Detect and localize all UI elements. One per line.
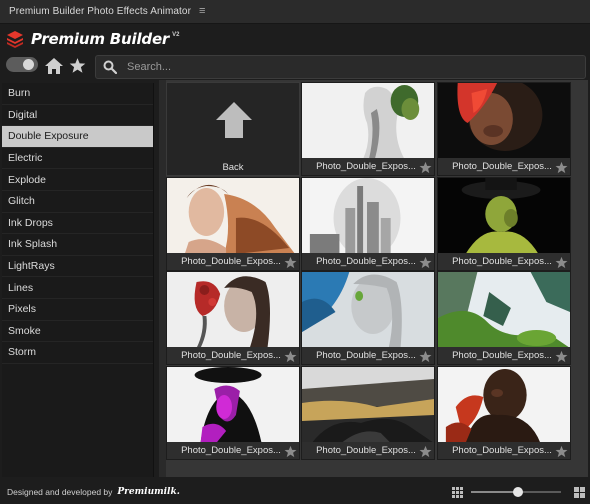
effect-tile[interactable]: Photo_Double_Expos... [301,177,435,271]
thumbnail-image [438,178,570,254]
window-title: Premium Builder Photo Effects Animator [9,6,192,17]
category-item[interactable]: Ink Splash [2,234,153,256]
thumbnail-image [167,178,299,254]
tile-caption: Photo_Double_Expos... [167,253,299,270]
category-item[interactable]: Glitch [2,191,153,213]
tile-caption: Photo_Double_Expos... [438,442,570,459]
favorite-star-icon[interactable] [284,256,297,269]
favorite-star-icon[interactable] [555,161,568,174]
favorite-star-icon[interactable] [555,256,568,269]
layers-logo-icon [7,31,23,48]
home-icon[interactable] [45,58,63,74]
toolbar [0,54,590,80]
credit-text: Designed and developed by [7,487,113,497]
back-label: Back [222,161,244,173]
favorite-star-icon[interactable] [419,350,432,363]
thumbnail-image [302,83,434,159]
tile-caption: Photo_Double_Expos... [302,442,434,459]
up-arrow-icon [216,102,252,138]
favorite-star-icon[interactable] [555,445,568,458]
effect-tile[interactable]: Photo_Double_Expos... [301,271,435,365]
maker-logo[interactable]: Premiumilk. [117,487,179,497]
effect-tile[interactable]: Photo_Double_Expos... [437,366,571,460]
effect-tile[interactable]: Photo_Double_Expos... [301,82,435,176]
search-icon [103,60,117,74]
grid-scrollbar[interactable] [159,80,166,477]
category-item[interactable]: Explode [2,169,153,191]
category-item[interactable]: Ink Drops [2,213,153,235]
category-list: Burn Digital Double Exposure Electric Ex… [2,83,154,477]
brand-version: V2 [172,32,180,38]
effect-tile[interactable]: Photo_Double_Expos... [437,82,571,176]
mode-toggle[interactable] [6,57,38,72]
category-item[interactable]: Storm [2,342,153,364]
tile-caption: Photo_Double_Expos... [302,253,434,270]
effect-tile[interactable]: Photo_Double_Expos... [166,271,300,365]
category-item-selected[interactable]: Double Exposure [2,126,153,148]
thumbnail-image [438,272,570,348]
thumbnail-image [167,272,299,348]
category-item[interactable]: Pixels [2,299,153,321]
category-item[interactable]: Smoke [2,321,153,343]
effect-tile[interactable]: Photo_Double_Expos... [301,366,435,460]
effect-tile[interactable]: Photo_Double_Expos... [166,366,300,460]
category-item[interactable]: Digital [2,105,153,127]
tile-caption: Photo_Double_Expos... [438,253,570,270]
back-tile[interactable]: Back [166,82,300,176]
tile-caption: Photo_Double_Expos... [438,347,570,364]
tile-caption: Photo_Double_Expos... [438,158,570,175]
brand-bar: Premium Builder V2 [0,24,590,54]
effect-tile[interactable]: Photo_Double_Expos... [437,177,571,271]
thumbnail-image [438,367,570,443]
thumbnail-size-slider[interactable] [471,487,561,497]
slider-fill [471,491,518,493]
favorite-star-icon[interactable] [419,256,432,269]
small-grid-icon[interactable] [452,487,463,498]
category-item[interactable]: Lines [2,277,153,299]
brand-name: Premium Builder [31,30,170,48]
slider-thumb[interactable] [512,487,523,497]
favorite-star-icon[interactable] [555,350,568,363]
tile-caption: Photo_Double_Expos... [302,347,434,364]
toggle-knob [23,59,34,70]
thumbnail-image [167,367,299,443]
category-item[interactable]: LightRays [2,256,153,278]
search-input[interactable] [127,61,567,73]
category-item[interactable]: Electric [2,148,153,170]
thumbnail-image [302,272,434,348]
effect-tile[interactable]: Photo_Double_Expos... [437,271,571,365]
tile-caption: Photo_Double_Expos... [167,347,299,364]
tile-caption: Photo_Double_Expos... [167,442,299,459]
effect-tile[interactable]: Photo_Double_Expos... [166,177,300,271]
title-bar: Premium Builder Photo Effects Animator ≡ [0,0,590,24]
favorite-star-icon[interactable] [419,161,432,174]
thumbnail-image [302,178,434,254]
thumbnail-image [302,367,434,443]
large-grid-icon[interactable] [574,487,585,498]
favorite-star-icon[interactable] [284,350,297,363]
panel-menu-icon[interactable]: ≡ [199,6,205,17]
search-box[interactable] [95,55,586,79]
favorite-star-icon[interactable] [419,445,432,458]
tile-caption: Photo_Double_Expos... [302,158,434,175]
favorite-star-icon[interactable] [284,445,297,458]
category-item[interactable]: Burn [2,83,153,105]
thumbnail-image [438,83,570,159]
favorites-star-icon[interactable] [69,57,86,74]
